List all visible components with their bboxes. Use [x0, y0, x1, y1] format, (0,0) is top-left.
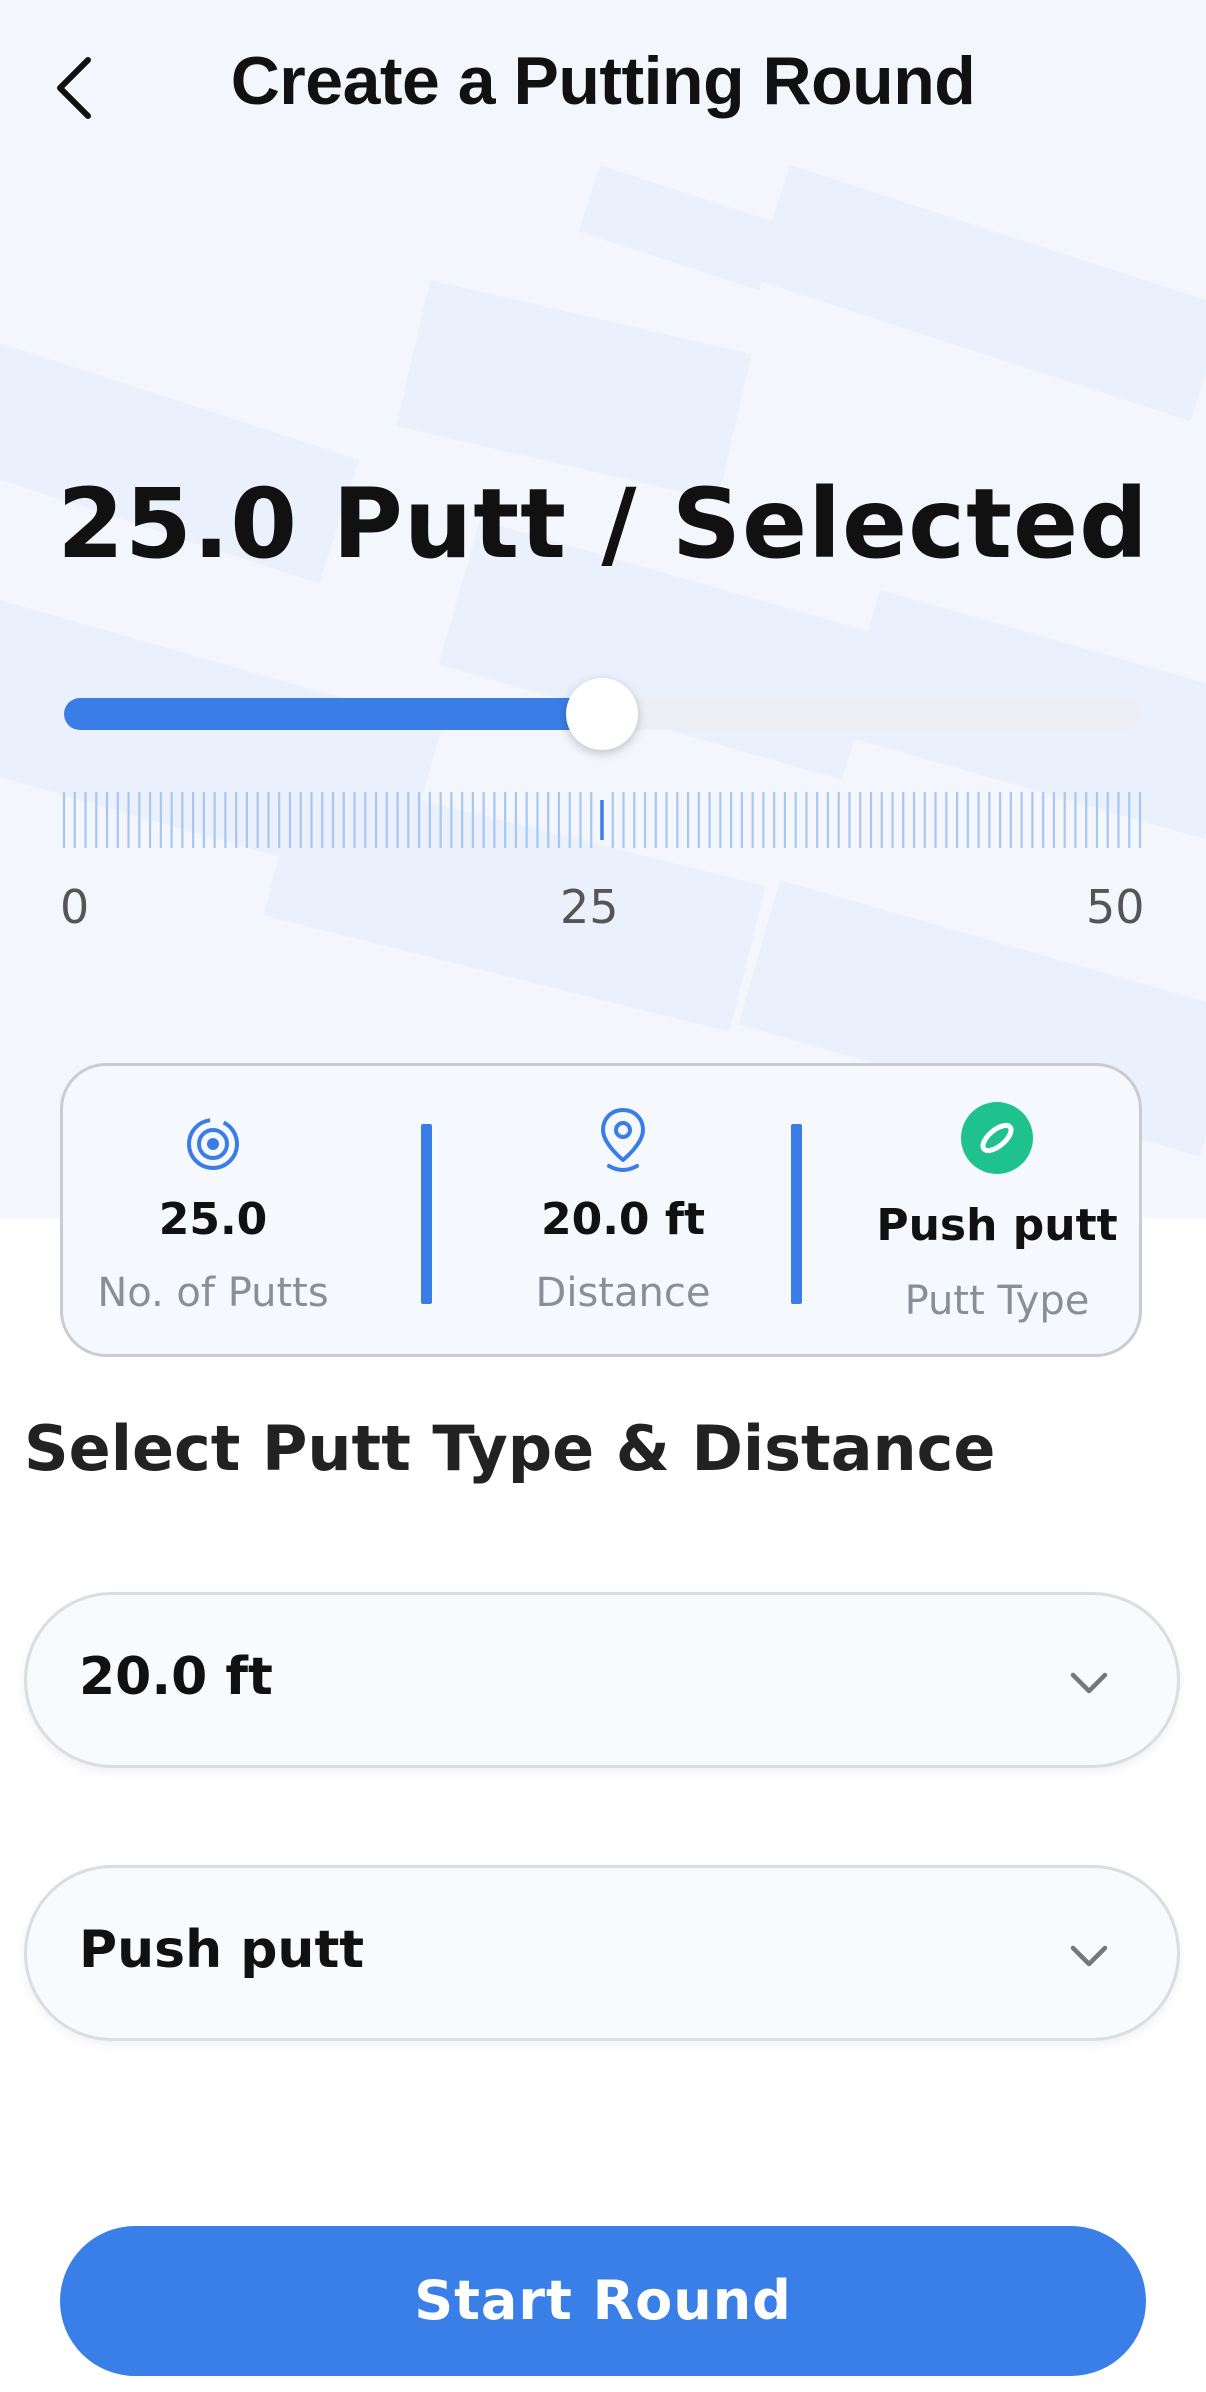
- slider-ruler: [62, 790, 1142, 850]
- stat-distance: 20.0 ft Distance: [473, 1066, 773, 1360]
- start-round-button[interactable]: Start Round: [60, 2226, 1146, 2376]
- putt-type-dropdown-value: Push putt: [79, 1920, 365, 1980]
- stat-putt-type: Push putt Putt Type: [847, 1066, 1147, 1360]
- slider-fill: [64, 698, 602, 730]
- putts-value: 25.0: [158, 1194, 268, 1245]
- distance-dropdown-value: 20.0 ft: [79, 1647, 273, 1707]
- location-pin-icon: [601, 1108, 645, 1172]
- putt-type-dropdown[interactable]: Push putt: [24, 1865, 1180, 2041]
- distance-label: Distance: [535, 1270, 711, 1316]
- scale-min-label: 0: [60, 880, 90, 934]
- target-icon: [187, 1118, 239, 1170]
- putt-type-label: Putt Type: [904, 1278, 1090, 1324]
- putt-type-value: Push putt: [876, 1200, 1118, 1251]
- golf-ball-icon: [961, 1102, 1033, 1174]
- page-title: Create a Putting Round: [230, 43, 976, 119]
- stat-divider: [421, 1124, 432, 1304]
- stat-putts: 25.0 No. of Putts: [63, 1066, 363, 1360]
- chevron-down-icon: [1070, 1672, 1108, 1694]
- putt-count-slider[interactable]: [64, 678, 1140, 750]
- distance-dropdown[interactable]: 20.0 ft: [24, 1592, 1180, 1768]
- stat-divider: [791, 1124, 802, 1304]
- hero-background: [0, 0, 1206, 1218]
- slider-thumb[interactable]: [566, 678, 638, 750]
- putts-label: No. of Putts: [97, 1270, 329, 1316]
- round-summary-card: 25.0 No. of Putts 20.0 ft Distance Push …: [60, 1063, 1142, 1357]
- scale-mid-label: 25: [560, 880, 619, 934]
- scale-max-label: 50: [1086, 880, 1145, 934]
- section-title: Select Putt Type & Distance: [24, 1412, 996, 1485]
- selected-putts-heading: 25.0 Putt / Selected: [57, 468, 1149, 580]
- chevron-down-icon: [1070, 1945, 1108, 1967]
- distance-value: 20.0 ft: [540, 1194, 706, 1245]
- header: Create a Putting Round: [0, 0, 1206, 170]
